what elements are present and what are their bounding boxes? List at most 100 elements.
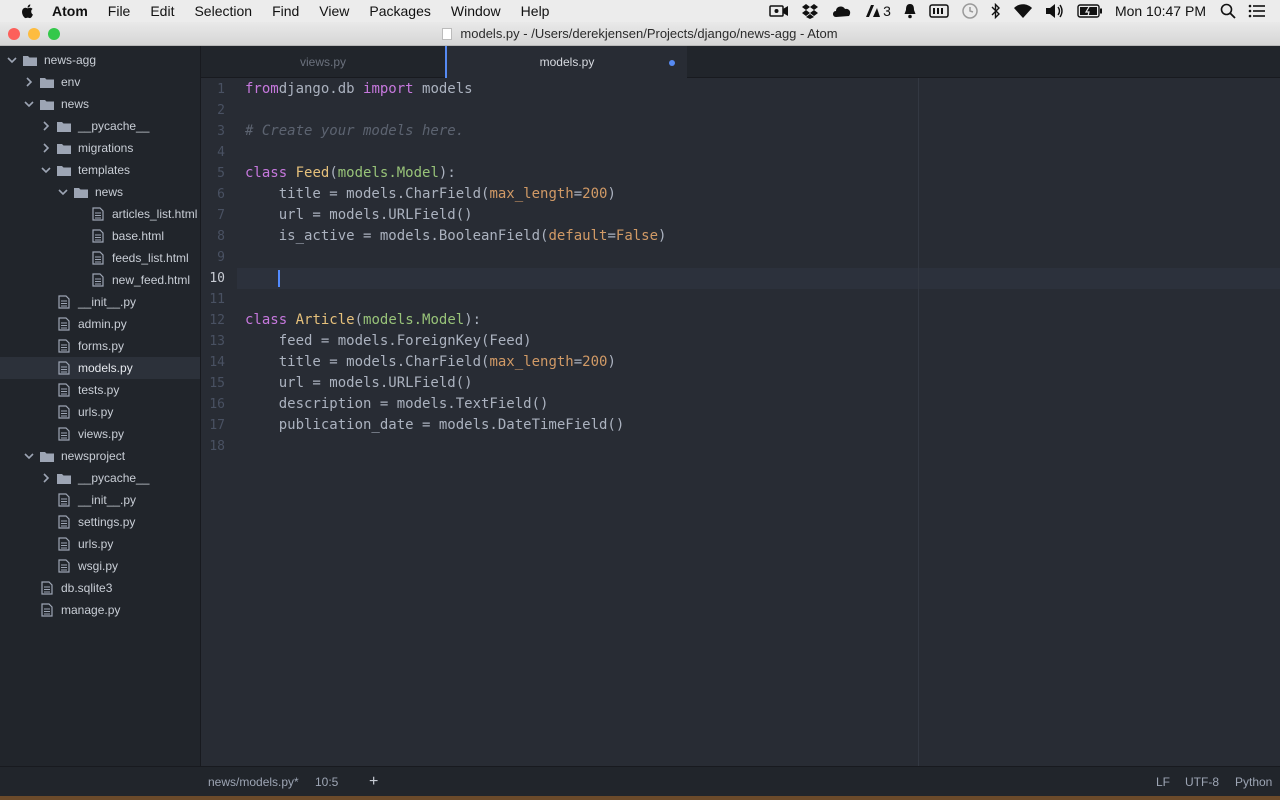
tree-folder-pycache[interactable]: __pycache__ [0, 115, 200, 137]
line-number[interactable]: 11 [201, 289, 225, 310]
chevron-right-icon[interactable] [40, 142, 52, 154]
status-add-button[interactable]: + [369, 767, 378, 797]
tree-file-articles-list-html[interactable]: articles_list.html [0, 203, 200, 225]
menu-packages[interactable]: Packages [369, 3, 430, 19]
line-number[interactable]: 6 [201, 184, 225, 205]
menu-app-name[interactable]: Atom [52, 3, 88, 19]
minimize-window-button[interactable] [28, 28, 40, 40]
folder-icon [39, 449, 55, 463]
chevron-down-icon[interactable] [23, 450, 35, 462]
zoom-window-button[interactable] [48, 28, 60, 40]
tab-models-py[interactable]: models.py [445, 46, 687, 78]
adobe-icon[interactable]: 3 [865, 0, 891, 22]
line-number[interactable]: 15 [201, 373, 225, 394]
volume-icon[interactable] [1045, 0, 1065, 22]
status-file-path[interactable]: news/models.py* [208, 767, 299, 797]
line-number[interactable]: 5 [201, 163, 225, 184]
tree-file-urls-py[interactable]: urls.py [0, 401, 200, 423]
tree-file-admin-py[interactable]: admin.py [0, 313, 200, 335]
tree-folder-env[interactable]: env [0, 71, 200, 93]
chevron-down-icon[interactable] [40, 164, 52, 176]
tree-file-new-feed-html[interactable]: new_feed.html [0, 269, 200, 291]
chevron-right-icon[interactable] [40, 472, 52, 484]
time-machine-icon[interactable] [961, 0, 979, 22]
chevron-down-icon[interactable] [6, 54, 18, 66]
line-number[interactable]: 16 [201, 394, 225, 415]
line-number[interactable]: 9 [201, 247, 225, 268]
notification-center-icon[interactable] [1248, 0, 1266, 22]
line-number[interactable]: 7 [201, 205, 225, 226]
tree-file-init-py[interactable]: __init__.py [0, 489, 200, 511]
tree-folder-templates[interactable]: templates [0, 159, 200, 181]
status-cursor-position[interactable]: 10:5 [315, 767, 338, 797]
tree-root-folder[interactable]: news-agg [0, 49, 200, 71]
menu-edit[interactable]: Edit [150, 3, 174, 19]
tree-file-db-sqlite3[interactable]: db.sqlite3 [0, 577, 200, 599]
bluetooth-icon[interactable] [991, 0, 1001, 22]
folder-icon [22, 53, 38, 67]
menu-find[interactable]: Find [272, 3, 299, 19]
video-icon[interactable] [769, 0, 789, 22]
window-titlebar[interactable]: models.py - /Users/derekjensen/Projects/… [0, 22, 1280, 46]
modified-indicator-icon[interactable] [669, 60, 675, 66]
tree-folder-migrations[interactable]: migrations [0, 137, 200, 159]
keyboard-icon[interactable] [929, 0, 949, 22]
status-grammar[interactable]: Python [1235, 767, 1272, 797]
line-number[interactable]: 8 [201, 226, 225, 247]
tree-file-forms-py[interactable]: forms.py [0, 335, 200, 357]
notification-bell-icon[interactable] [903, 0, 917, 22]
menu-help[interactable]: Help [521, 3, 550, 19]
status-line-ending[interactable]: LF [1156, 767, 1170, 797]
line-number[interactable]: 13 [201, 331, 225, 352]
cloud-icon[interactable] [831, 0, 853, 22]
tab-views-py[interactable]: views.py [201, 46, 445, 78]
line-number[interactable]: 2 [201, 100, 225, 121]
tree-folder-pycache[interactable]: __pycache__ [0, 467, 200, 489]
tree-file-settings-py[interactable]: settings.py [0, 511, 200, 533]
menu-clock[interactable]: Mon 10:47 PM [1115, 0, 1206, 22]
chevron-down-icon[interactable] [23, 98, 35, 110]
battery-icon[interactable] [1077, 0, 1103, 22]
line-number[interactable]: 1 [201, 79, 225, 100]
status-encoding[interactable]: UTF-8 [1185, 767, 1219, 797]
menu-selection[interactable]: Selection [194, 3, 252, 19]
line-number[interactable]: 3 [201, 121, 225, 142]
chevron-right-icon[interactable] [23, 76, 35, 88]
line-number[interactable]: 12 [201, 310, 225, 331]
tree-item-label: urls.py [78, 405, 114, 419]
tree-file-models-py[interactable]: models.py [0, 357, 200, 379]
tree-file-init-py[interactable]: __init__.py [0, 291, 200, 313]
tree-folder-newsproject[interactable]: newsproject [0, 445, 200, 467]
code-token: = [607, 228, 616, 244]
wifi-icon[interactable] [1013, 0, 1033, 22]
file-icon [56, 493, 72, 507]
apple-menu-icon[interactable] [20, 3, 36, 19]
close-window-button[interactable] [8, 28, 20, 40]
document-proxy-icon[interactable] [442, 27, 453, 40]
tree-folder-news[interactable]: news [0, 181, 200, 203]
text-editor[interactable]: 1 2 3 4 5 6 7 8 9 10 11 12 13 14 15 16 17 18 fromdjango.d… [201, 78, 1280, 766]
tree-file-base-html[interactable]: base.html [0, 225, 200, 247]
spotlight-search-icon[interactable] [1220, 0, 1236, 22]
line-number[interactable]: 17 [201, 415, 225, 436]
line-number[interactable]: 14 [201, 352, 225, 373]
tree-folder-news[interactable]: news [0, 93, 200, 115]
tree-file-views-py[interactable]: views.py [0, 423, 200, 445]
line-number[interactable]: 18 [201, 436, 225, 457]
menu-view[interactable]: View [319, 3, 349, 19]
folder-icon [39, 75, 55, 89]
dropbox-icon[interactable] [801, 0, 819, 22]
chevron-right-icon[interactable] [40, 120, 52, 132]
code-line: title = models.CharField(max_length=200) [245, 352, 616, 373]
line-number[interactable]: 10 [201, 268, 225, 289]
tree-file-feeds-list-html[interactable]: feeds_list.html [0, 247, 200, 269]
menu-file[interactable]: File [108, 3, 131, 19]
tree-file-tests-py[interactable]: tests.py [0, 379, 200, 401]
chevron-down-icon[interactable] [57, 186, 69, 198]
line-number[interactable]: 4 [201, 142, 225, 163]
menu-window[interactable]: Window [451, 3, 501, 19]
tree-file-urls-py[interactable]: urls.py [0, 533, 200, 555]
tree-file-wsgi-py[interactable]: wsgi.py [0, 555, 200, 577]
tree-file-manage-py[interactable]: manage.py [0, 599, 200, 621]
